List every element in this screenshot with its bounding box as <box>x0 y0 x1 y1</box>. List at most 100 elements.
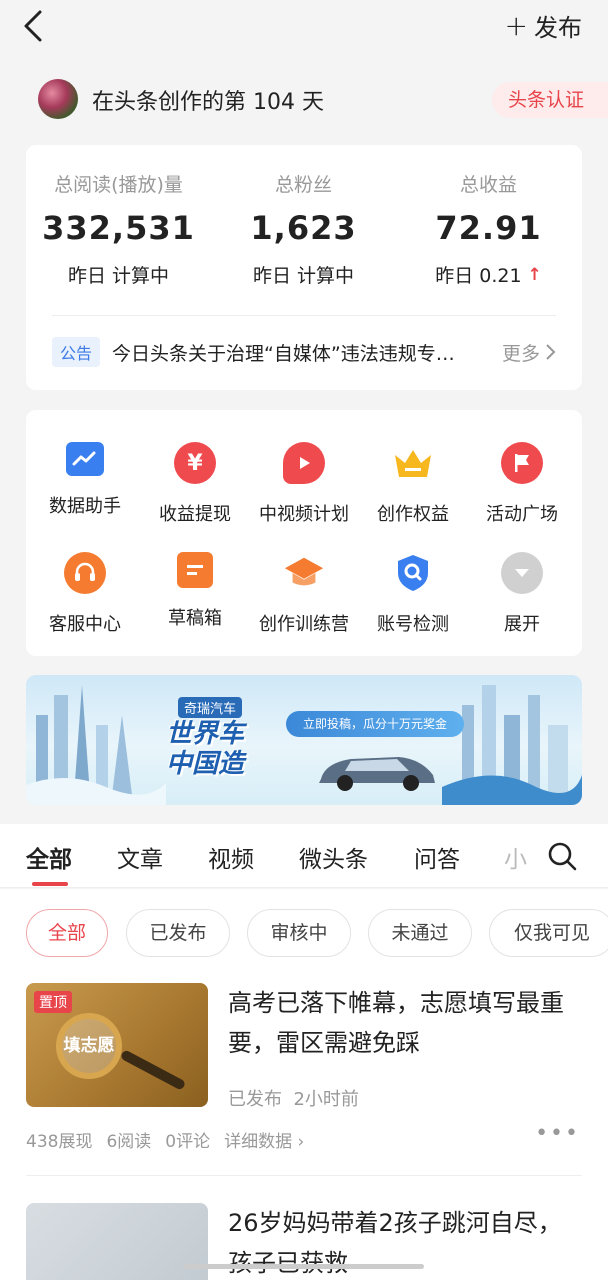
tool-label: 草稿箱 <box>168 608 222 629</box>
stat-fans[interactable]: 总粉丝 1,623 昨日 计算中 <box>211 145 396 288</box>
yuan-icon: ¥ <box>174 442 216 484</box>
tab-articles[interactable]: 文章 <box>117 840 163 874</box>
article-thumbnail <box>26 1203 208 1280</box>
stat-sub: 昨日 计算中 <box>252 265 355 287</box>
tool-customer-service[interactable]: 客服中心 <box>29 552 141 636</box>
tab-more-partial[interactable]: 小 <box>504 840 527 874</box>
divider <box>52 315 556 316</box>
car-image <box>319 757 435 791</box>
filter-rejected[interactable]: 未通过 <box>368 909 472 957</box>
graduation-cap-icon <box>283 552 325 594</box>
avatar[interactable] <box>38 79 78 119</box>
crown-icon <box>392 442 434 484</box>
arrow-up-icon: ↑ <box>527 264 542 285</box>
filter-all[interactable]: 全部 <box>26 909 108 957</box>
tools-card: 数据助手 ¥ 收益提现 中视频计划 创作权益 活动广场 客服中心 草稿箱 创作训… <box>26 410 582 656</box>
profile-row: 在头条创作的第 104 天 头条认证 <box>0 72 608 128</box>
stats-card: 总阅读(播放)量 332,531 昨日 计算中 总粉丝 1,623 昨日 计算中… <box>26 145 582 390</box>
banner-brand: 奇瑞汽车 <box>178 697 243 718</box>
promo-banner[interactable]: 奇瑞汽车 世界车 中国造 立即投稿，瓜分十万元奖金 <box>26 675 582 805</box>
stat-value: 72.91 <box>435 209 542 247</box>
stat-value: 332,531 <box>42 209 195 247</box>
active-tab-indicator <box>32 882 68 886</box>
tool-activity-square[interactable]: 活动广场 <box>466 442 578 526</box>
notice-text: 今日头条关于治理“自媒体”违法违规专… <box>112 342 455 365</box>
divider <box>26 1175 582 1176</box>
banner-title: 世界车 中国造 <box>166 719 245 779</box>
tool-label: 中视频计划 <box>259 504 349 525</box>
tab-micro-posts[interactable]: 微头条 <box>299 840 368 874</box>
tool-label: 账号检测 <box>377 614 449 635</box>
tool-label: 创作训练营 <box>259 614 349 635</box>
stat-label: 总收益 <box>459 174 517 196</box>
list-item[interactable]: 填志愿 置顶 高考已落下帷幕，志愿填写最重要，雷区需避免踩 已发布 2小时前 4… <box>0 983 608 1163</box>
creation-days-text: 在头条创作的第 104 天 <box>92 90 324 115</box>
tool-training-camp[interactable]: 创作训练营 <box>248 552 360 636</box>
banner-skyline-left <box>26 685 166 805</box>
thumbnail-text: 填志愿 <box>56 1013 122 1079</box>
comments-count: 0评论 <box>165 1132 211 1152</box>
publish-button[interactable]: + 发布 <box>505 8 582 43</box>
reads-count: 6阅读 <box>106 1132 152 1152</box>
tool-label: 活动广场 <box>486 504 558 525</box>
tool-account-check[interactable]: 账号检测 <box>357 552 469 636</box>
stat-earnings[interactable]: 总收益 72.91 昨日 0.21 ↑ <box>396 145 581 288</box>
details-link[interactable]: 详细数据 › <box>224 1127 304 1152</box>
draft-icon <box>177 552 213 588</box>
filter-private[interactable]: 仅我可见 <box>489 909 608 957</box>
banner-skyline-right <box>442 685 582 805</box>
notice-tag: 公告 <box>52 337 101 367</box>
filter-reviewing[interactable]: 审核中 <box>247 909 351 957</box>
article-stats: 438展现 6阅读 0评论 详细数据 › <box>26 1127 304 1152</box>
publish-label: 发布 <box>534 14 582 42</box>
flag-icon <box>501 442 543 484</box>
headset-icon <box>64 552 106 594</box>
notice-more-link[interactable]: 更多 <box>502 339 556 366</box>
magnifier-handle <box>119 1049 187 1091</box>
certification-badge[interactable]: 头条认证 <box>492 82 608 118</box>
search-button[interactable] <box>546 840 578 872</box>
filter-published[interactable]: 已发布 <box>126 909 230 957</box>
tool-creator-rights[interactable]: 创作权益 <box>357 442 469 526</box>
tool-mid-video-plan[interactable]: 中视频计划 <box>248 442 360 526</box>
tool-drafts[interactable]: 草稿箱 <box>139 552 251 630</box>
banner-cta[interactable]: 立即投稿，瓜分十万元奖金 <box>286 711 464 737</box>
impressions-count: 438展现 <box>26 1132 93 1152</box>
chevron-right-icon <box>546 344 556 360</box>
back-arrow-icon <box>24 10 42 42</box>
stat-reads[interactable]: 总阅读(播放)量 332,531 昨日 计算中 <box>26 145 211 288</box>
stat-label: 总阅读(播放)量 <box>54 174 183 196</box>
tool-label: 客服中心 <box>49 614 121 635</box>
article-title: 高考已落下帷幕，志愿填写最重要，雷区需避免踩 <box>228 989 564 1057</box>
search-icon <box>548 842 577 871</box>
shield-search-icon <box>392 552 434 594</box>
stat-sub: 昨日 0.21 ↑ <box>435 264 542 288</box>
back-button[interactable] <box>18 6 54 46</box>
plus-icon: + <box>504 8 528 42</box>
video-icon <box>283 442 325 484</box>
stat-value: 1,623 <box>250 209 357 247</box>
tool-label: 收益提现 <box>159 504 231 525</box>
tool-label: 数据助手 <box>49 496 121 517</box>
chevron-down-icon <box>501 552 543 594</box>
stat-sub: 昨日 计算中 <box>67 265 170 287</box>
notice-bar[interactable]: 公告 今日头条关于治理“自媒体”违法违规专… 更多 <box>52 335 556 369</box>
tool-data-assistant[interactable]: 数据助手 <box>29 442 141 518</box>
tool-label: 创作权益 <box>377 504 449 525</box>
more-options-icon[interactable]: ••• <box>535 1121 580 1146</box>
top-bar: + 发布 <box>0 0 608 56</box>
content-tabs: 全部 文章 视频 微头条 问答 小 <box>0 824 608 888</box>
tab-videos[interactable]: 视频 <box>208 840 254 874</box>
chart-icon <box>66 442 104 476</box>
tool-label: 展开 <box>504 614 540 635</box>
tool-withdraw[interactable]: ¥ 收益提现 <box>139 442 251 526</box>
stat-label: 总粉丝 <box>274 174 332 196</box>
tab-qa[interactable]: 问答 <box>414 840 460 874</box>
content-list: 全部 已发布 审核中 未通过 仅我可见 填志愿 置顶 高考已落下帷幕，志愿填写最… <box>0 889 608 1280</box>
article-thumbnail: 填志愿 置顶 <box>26 983 208 1107</box>
tab-all[interactable]: 全部 <box>26 840 72 874</box>
home-indicator <box>184 1264 424 1269</box>
article-meta: 已发布 2小时前 <box>228 1089 359 1110</box>
pinned-badge: 置顶 <box>34 991 72 1013</box>
tool-expand[interactable]: 展开 <box>466 552 578 636</box>
